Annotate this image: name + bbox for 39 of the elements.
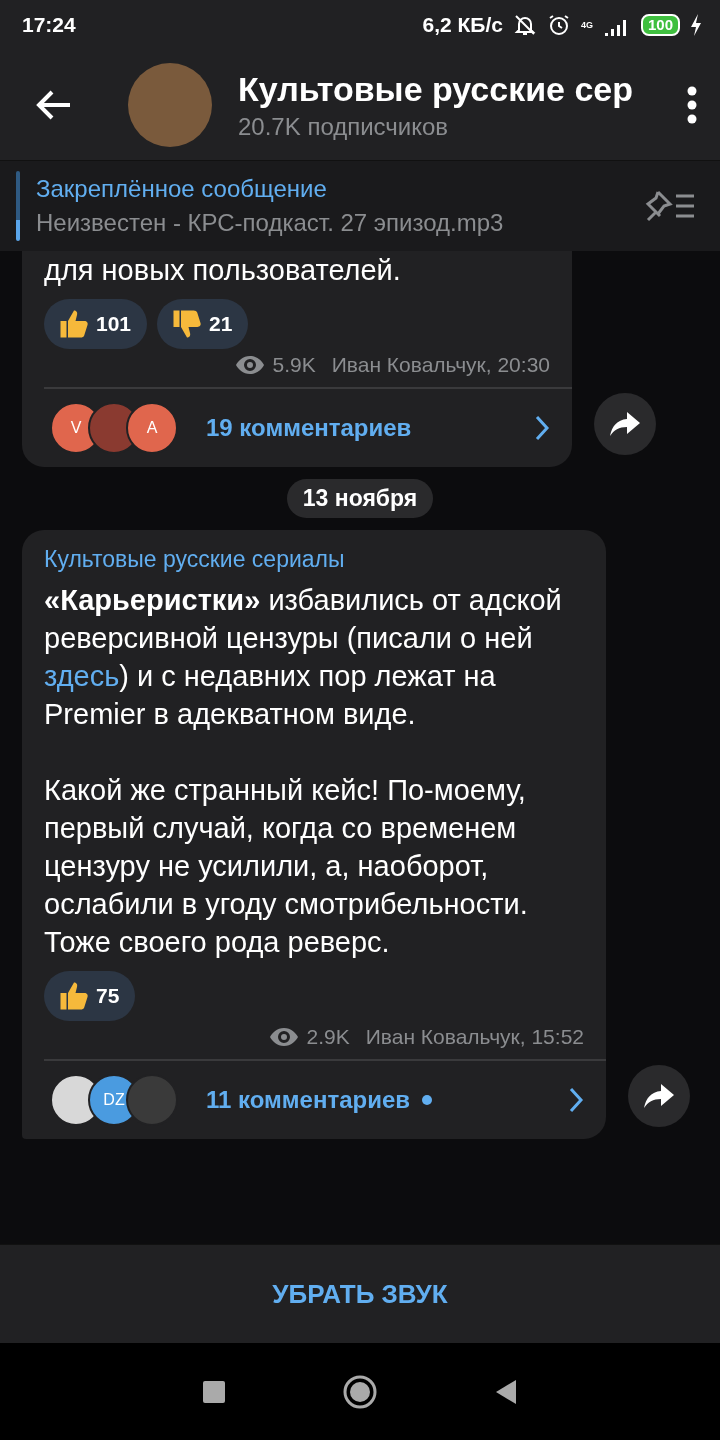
network-type: 4G — [580, 20, 593, 30]
message-text: Какой же странный кейс! По-моему, первый случай, когда со временем цензуру не усилили, а, наоборот, ослабили в угоду смотрибельности. Тоже своего рода реверс. — [44, 773, 529, 960]
comments-link[interactable]: V A 19 комментариев — [44, 387, 572, 467]
comments-count[interactable]: 19 комментариев — [206, 414, 412, 442]
mute-button[interactable]: УБРАТЬ ЗВУК — [266, 1277, 454, 1311]
battery-level: 100 — [640, 14, 680, 36]
pinned-text: Неизвестен - КРС-подкаст. 27 эпизод.mp3 — [36, 209, 505, 237]
comments-link[interactable]: DZ 11 комментариев — [44, 1059, 606, 1139]
chevron-right-icon — [534, 414, 550, 442]
commenter-avatar: A — [126, 402, 178, 454]
channel-name[interactable]: Культовые русские сериалы — [44, 546, 584, 573]
pinned-title: Закреплённое сообщение — [36, 175, 328, 203]
reaction-button[interactable]: 101 — [44, 299, 148, 349]
reaction-button[interactable]: 21 — [157, 299, 249, 349]
message-signature: Иван Ковальчук, 20:30 — [331, 353, 550, 377]
home-icon[interactable] — [342, 1373, 378, 1410]
message-text: «Карьеристки» избавились от адской реверсивной цензуры (писали о ней здесь) и с недавних пор лежат на Premier в адекватном виде. — [44, 583, 563, 732]
network-speed: 6,2 КБ/с — [422, 13, 503, 37]
message-text: для новых пользователей. — [44, 253, 402, 288]
clock: 17:24 — [22, 13, 76, 37]
message-signature: Иван Ковальчук, 15:52 — [365, 1025, 584, 1049]
reaction-button[interactable]: 75 — [44, 971, 136, 1021]
eye-icon — [234, 355, 265, 375]
share-arrow-icon — [609, 410, 641, 438]
channel-title: Культовые русские сер — [238, 69, 635, 109]
pinned-message-bar[interactable]: Закреплённое сообщение Неизвестен - КРС-подкаст. 27 эпизод.mp3 — [0, 160, 720, 251]
more-options-icon[interactable] — [686, 85, 698, 125]
view-count: 5.9K — [272, 353, 316, 377]
subscriber-count: 20.7K подписчиков — [238, 112, 450, 141]
date-chip: 13 ноября — [286, 479, 434, 518]
chevron-right-icon — [568, 1086, 584, 1114]
pin-list-icon[interactable] — [644, 188, 696, 224]
message-link[interactable]: здесь — [44, 660, 120, 692]
comments-count[interactable]: 11 комментариев — [206, 1086, 411, 1114]
bell-off-icon — [512, 12, 537, 38]
view-count: 2.9K — [306, 1025, 350, 1049]
charging-icon — [690, 12, 702, 38]
eye-icon — [268, 1027, 299, 1047]
share-arrow-icon — [643, 1082, 675, 1110]
